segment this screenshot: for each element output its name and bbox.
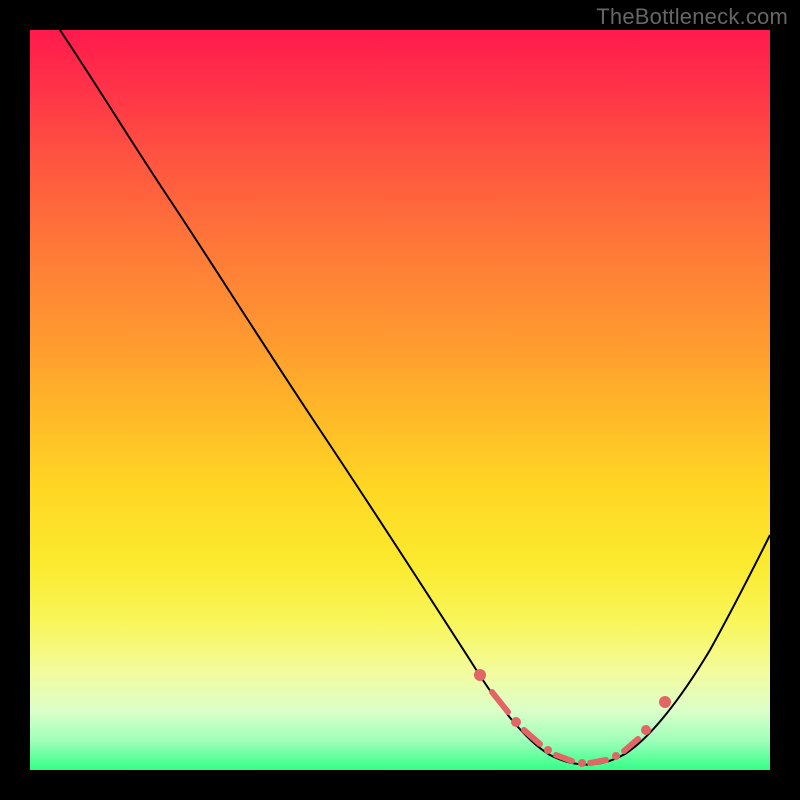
marker-dot bbox=[544, 746, 552, 754]
marker-dash bbox=[492, 692, 508, 712]
marker-dot bbox=[641, 725, 651, 735]
watermark-text: TheBottleneck.com bbox=[596, 4, 788, 30]
marker-dot bbox=[578, 759, 586, 767]
marker-dash bbox=[556, 755, 572, 761]
marker-dash bbox=[590, 760, 606, 763]
marker-dot bbox=[511, 717, 521, 727]
marker-dot bbox=[659, 696, 671, 708]
marker-dot bbox=[474, 669, 486, 681]
chart-frame: TheBottleneck.com bbox=[0, 0, 800, 800]
curve-svg bbox=[30, 30, 770, 770]
marker-dot bbox=[612, 752, 620, 760]
plot-area bbox=[30, 30, 770, 770]
bottleneck-curve bbox=[60, 30, 770, 765]
